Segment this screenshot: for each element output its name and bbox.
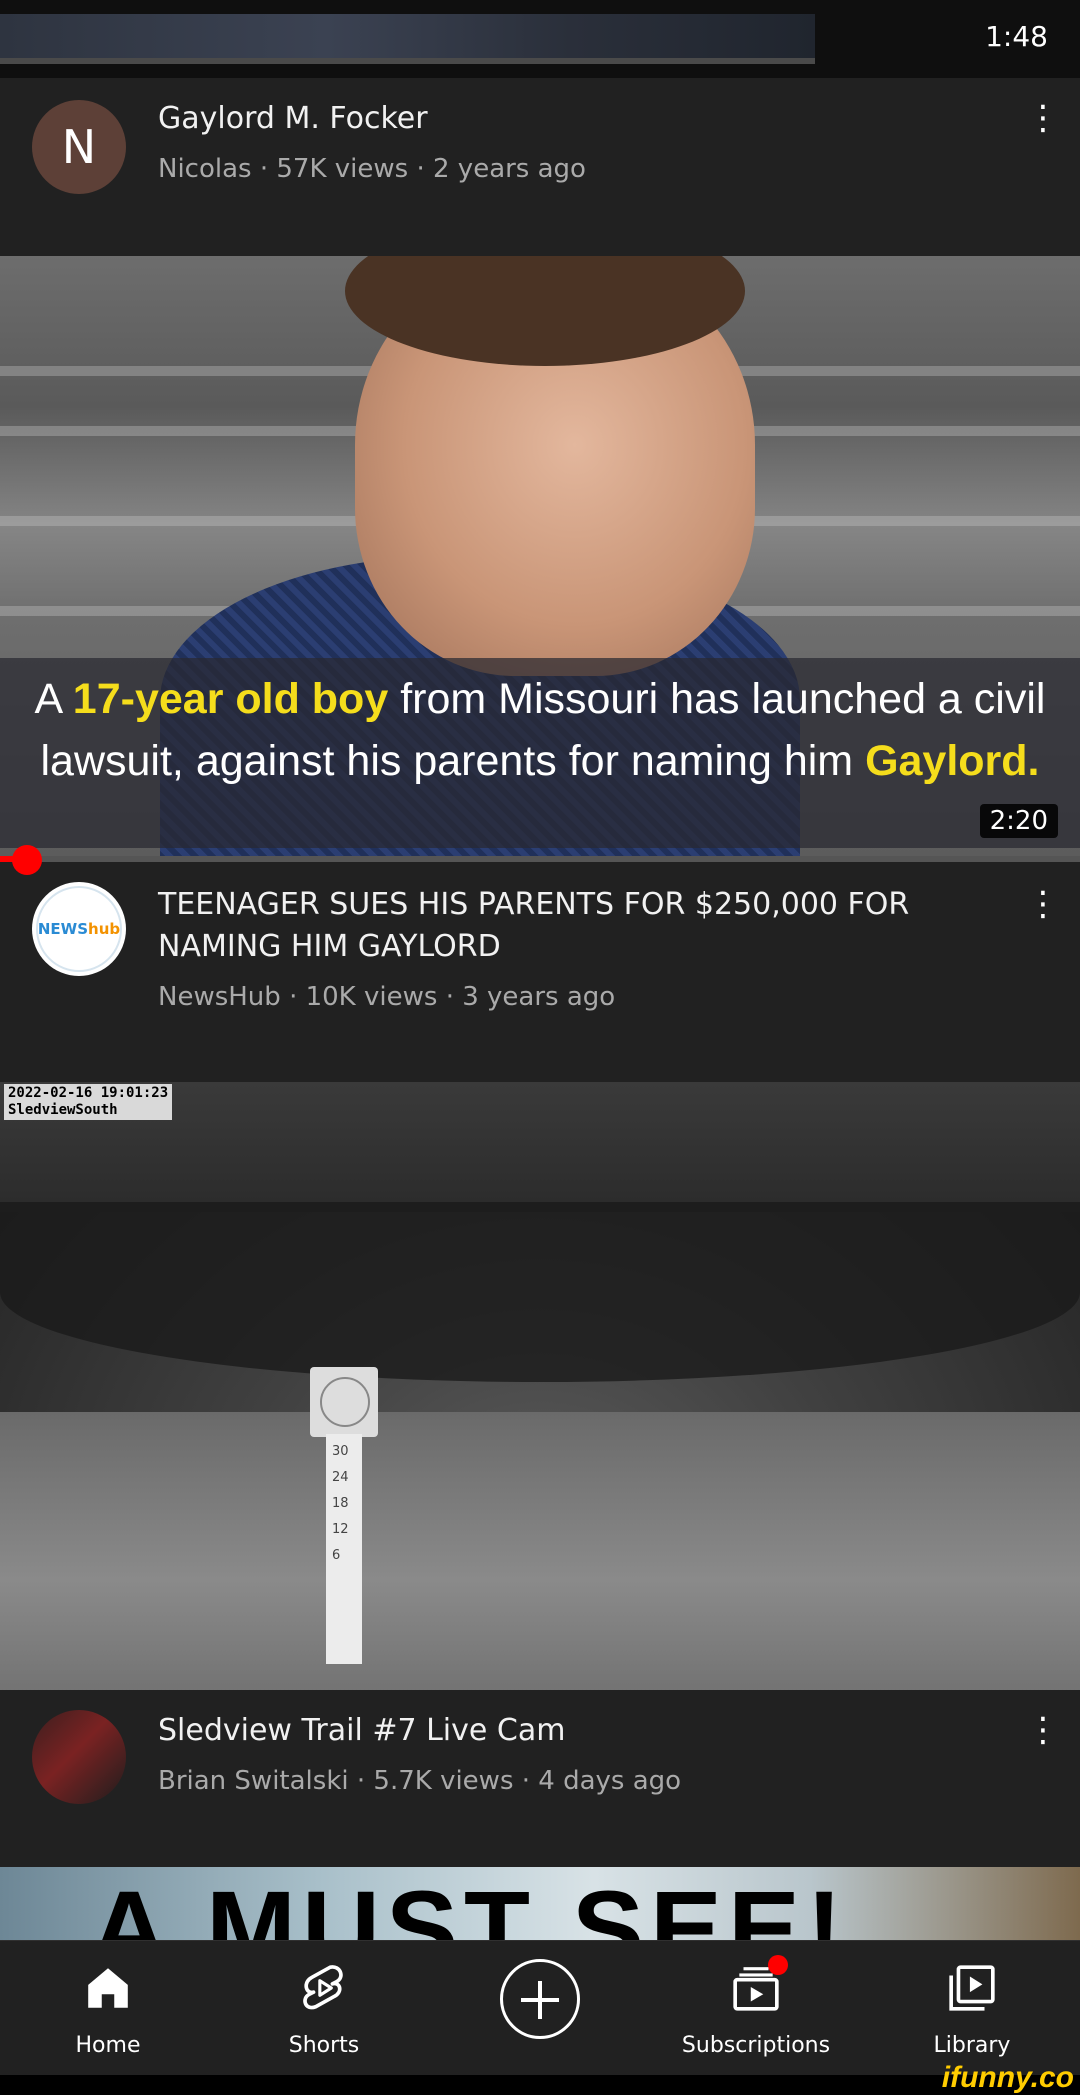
nav-create[interactable] [432,1941,648,2076]
video-meta-1[interactable]: N Gaylord M. Focker Nicolas · 57K views … [0,78,1080,256]
video-thumbnail-4[interactable]: A MUST SEE! [0,1867,1080,1943]
channel-name[interactable]: Nicolas [158,154,252,184]
view-count: 10K views [305,982,438,1012]
upload-age: 2 years ago [433,154,586,184]
create-icon [500,1959,580,2039]
video-title[interactable]: TEENAGER SUES HIS PARENTS FOR $250,000 F… [158,884,970,968]
previous-video-thumbnail[interactable] [0,14,815,64]
channel-avatar[interactable]: NEWS hub [32,882,126,976]
more-options-button[interactable]: ⋮ [1026,1710,1060,1750]
thumbnail-ground [0,1412,1080,1690]
status-time: 1:48 [985,20,1048,53]
channel-name[interactable]: NewsHub [158,982,281,1012]
more-options-button[interactable]: ⋮ [1026,98,1060,138]
separator: · [416,154,425,184]
bottom-navigation: Home Shorts Subscriptions Library [0,1940,1080,2076]
top-bar: 1:48 [0,0,1080,78]
view-count: 57K views [276,154,409,184]
thumbnail-trees [0,1202,1080,1382]
watermark: ifunny.co [941,2061,1074,2094]
nav-subscriptions-label: Subscriptions [681,2033,831,2058]
thumbnail-caption: A 17-year old boy from Missouri has laun… [34,675,1046,785]
nav-library[interactable]: Library [864,1941,1080,2076]
separator: · [521,1766,531,1796]
separator: · [356,1766,366,1796]
nav-library-label: Library [933,2033,1011,2058]
thermometer-gauge [310,1367,378,1437]
video-subtitle: NewsHub · 10K views · 3 years ago [158,982,615,1012]
video-thumbnail-3[interactable]: 2022-02-16 19:01:23 SledviewSouth 30 24 … [0,1082,1080,1690]
system-bar [0,2075,1080,2095]
avatar-letter: N [61,120,97,174]
channel-name[interactable]: Brian Switalski [158,1766,349,1796]
separator: · [259,154,269,184]
shorts-icon [303,1965,343,2010]
upload-age: 3 years ago [462,982,616,1012]
separator: · [289,982,298,1012]
channel-avatar[interactable]: N [32,100,126,194]
duration-badge: 2:20 [979,804,1058,838]
video-meta-2[interactable]: NEWS hub TEENAGER SUES HIS PARENTS FOR $2… [0,862,1080,1082]
nav-subscriptions[interactable]: Subscriptions [648,1941,864,2076]
nav-shorts-label: Shorts [288,2033,360,2058]
video-thumbnail-2[interactable]: A 17-year old boy from Missouri has laun… [0,256,1080,858]
channel-avatar[interactable] [32,1710,126,1804]
video-meta-3[interactable]: Sledview Trail #7 Live Cam Brian Switals… [0,1690,1080,1867]
video-subtitle: Nicolas · 57K views · 2 years ago [158,154,586,184]
nav-home-label: Home [75,2033,141,2058]
nav-shorts[interactable]: Shorts [216,1941,432,2076]
camera-timestamp: 2022-02-16 19:01:23 SledviewSouth [4,1084,173,1120]
video-title[interactable]: Gaylord M. Focker [158,98,970,140]
newshub-logo: NEWS hub [36,886,122,972]
separator: · [445,982,454,1012]
thumbnail-text: A MUST SEE! [90,1868,849,1944]
home-icon [88,1968,128,2008]
library-icon [949,1965,995,2011]
video-subtitle: Brian Switalski · 5.7K views · 4 days ag… [158,1766,681,1796]
more-options-button[interactable]: ⋮ [1026,884,1060,924]
snow-depth-ruler: 30 24 18 12 6 [326,1434,362,1664]
upload-age: 4 days ago [538,1766,682,1796]
nav-home[interactable]: Home [0,1941,216,2076]
video-title[interactable]: Sledview Trail #7 Live Cam [158,1710,970,1752]
notification-dot [768,1955,788,1975]
view-count: 5.7K views [373,1766,514,1796]
